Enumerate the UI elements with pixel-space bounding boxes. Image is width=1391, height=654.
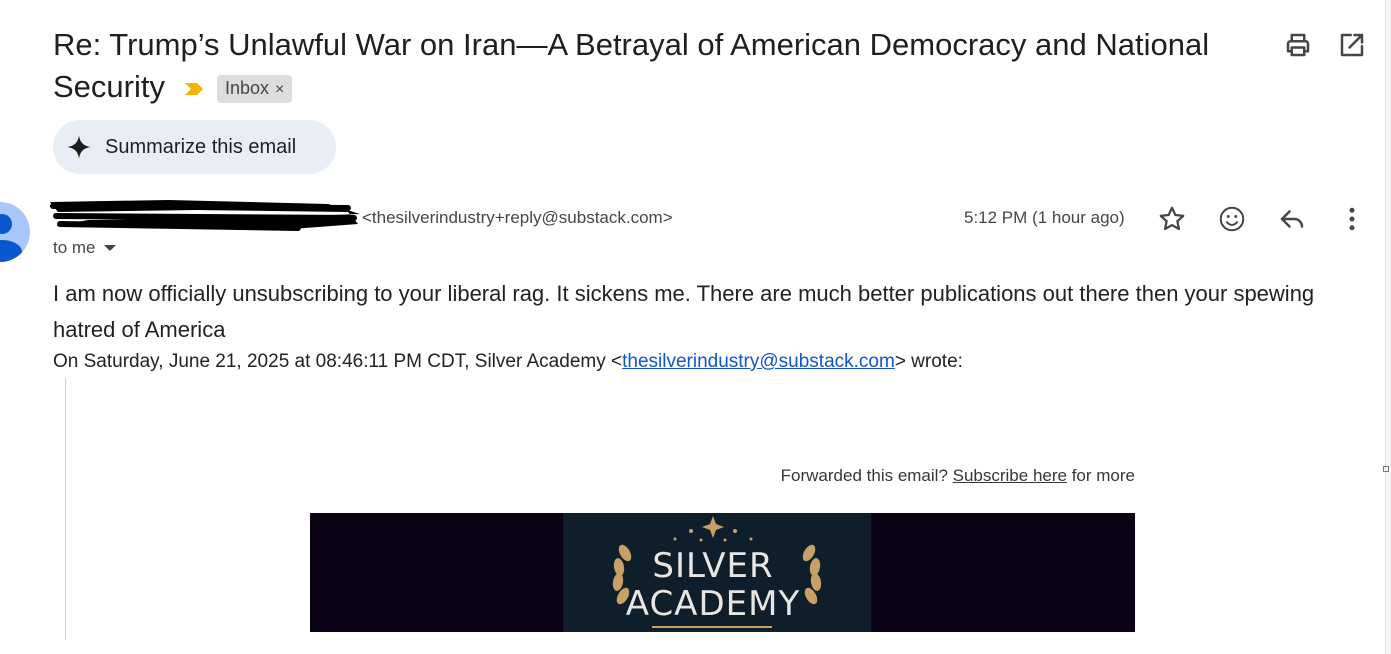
recipient-details-toggle[interactable]: to me: [53, 238, 116, 258]
inbox-label-text: Inbox: [224, 77, 270, 98]
remove-label-icon[interactable]: ×: [275, 81, 284, 98]
recipient-text: to me: [53, 238, 96, 257]
quoted-sender-email-link[interactable]: thesilverindustry@substack.com: [622, 351, 895, 372]
sender-email-address: <thesilverindustry+reply@substack.com>: [362, 208, 673, 227]
summarize-label: Summarize this email: [105, 135, 297, 158]
summarize-email-button[interactable]: Summarize this email: [53, 120, 336, 174]
redacted-sender-name: [50, 200, 360, 231]
reply-icon[interactable]: [1277, 204, 1307, 234]
person-icon: [0, 214, 22, 262]
importance-marker-icon[interactable]: [183, 81, 205, 97]
scrollbar-track[interactable]: [1385, 0, 1391, 654]
logo-text-academy: ACADEMY: [625, 584, 801, 624]
sparkle-icon: [67, 135, 91, 159]
emoji-reaction-icon[interactable]: [1217, 204, 1247, 234]
quoted-message-header: On Saturday, June 21, 2025 at 08:46:11 P…: [53, 350, 963, 374]
quote-border-line: [65, 378, 66, 640]
forwarded-suffix: for more: [1066, 466, 1135, 485]
email-timestamp: 5:12 PM (1 hour ago): [964, 208, 1125, 227]
forwarded-prefix: Forwarded this email?: [780, 466, 953, 485]
forwarded-notice: Forwarded this email? Subscribe here for…: [600, 466, 1135, 486]
logo-text-silver: SILVER: [652, 546, 774, 586]
caret-down-icon: [103, 245, 116, 251]
print-icon[interactable]: [1283, 30, 1313, 60]
inbox-label-chip[interactable]: Inbox ×: [216, 74, 293, 103]
sender-avatar[interactable]: [0, 202, 30, 262]
email-subject: Re: Trump’s Unlawful War on Iran—A Betra…: [53, 24, 1233, 108]
star-icon[interactable]: [1157, 204, 1187, 234]
scrollbar-handle[interactable]: [1383, 466, 1389, 472]
quote-header-prefix: On Saturday, June 21, 2025 at 08:46:11 P…: [53, 351, 623, 372]
more-vert-icon[interactable]: [1337, 204, 1367, 234]
subscribe-here-link[interactable]: Subscribe here: [953, 466, 1067, 485]
quote-header-suffix: > wrote:: [894, 351, 963, 372]
logo-underline: [652, 626, 772, 628]
email-body-text: I am now officially unsubscribing to you…: [53, 281, 1315, 342]
open-in-new-window-icon[interactable]: [1337, 30, 1367, 60]
